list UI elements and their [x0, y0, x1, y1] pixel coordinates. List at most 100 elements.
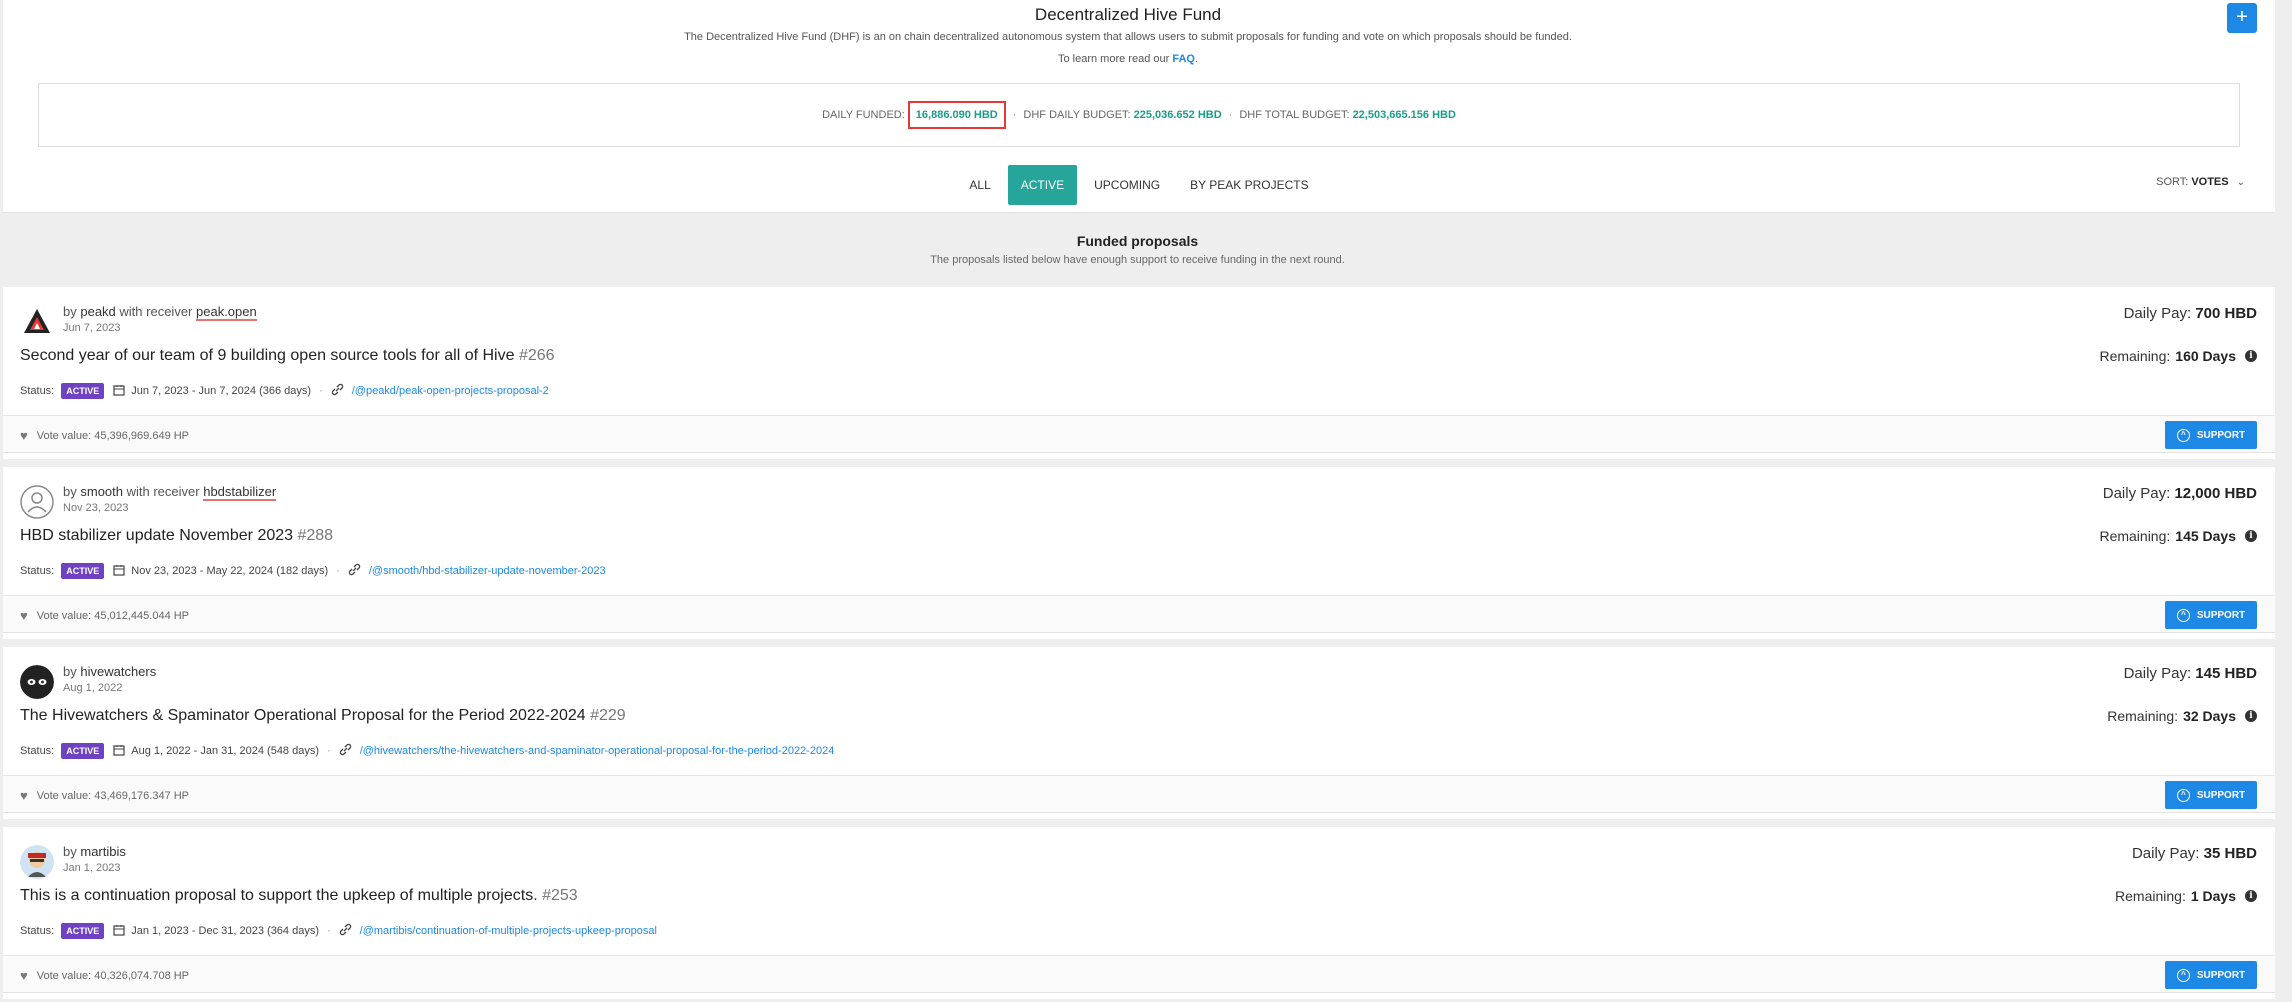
daily-pay-label: Daily Pay: [2102, 485, 2171, 502]
daily-pay-value: 12,000 HBD [2174, 485, 2257, 502]
proposal-period: Aug 1, 2022 - Jan 31, 2024 (548 days) [131, 745, 320, 757]
daily-pay: Daily Pay: 145 HBD [2124, 665, 2257, 682]
remaining-value: 32 Days [2183, 708, 2236, 724]
support-label: SUPPORT [2196, 609, 2246, 621]
faq-link[interactable]: FAQ [1172, 53, 1195, 65]
daily-funded-value: 16,886.090 HBD [907, 101, 1006, 129]
tab-active[interactable]: ACTIVE [1007, 165, 1078, 205]
create-proposal-button[interactable]: + [2227, 3, 2257, 33]
vote-value-amount: 45,012,445.044 HP [94, 609, 190, 622]
proposal-title-text[interactable]: Second year of our team of 9 building op… [20, 347, 515, 364]
sort-dropdown[interactable]: SORT: VOTES ⌄ [2156, 176, 2245, 188]
status-row: Status: ACTIVE Jun 7, 2023 - Jun 7, 2024… [20, 383, 549, 399]
author-link[interactable]: martibis [80, 844, 126, 859]
separator: · [336, 565, 340, 577]
calendar-icon [113, 384, 125, 399]
proposal-card: by peakd with receiver peak.open Jun 7, … [3, 287, 2275, 459]
proposal-number: #229 [590, 707, 626, 724]
support-button[interactable]: ^ SUPPORT [2165, 421, 2257, 449]
proposal-title-text[interactable]: This is a continuation proposal to suppo… [20, 887, 538, 904]
learn-more-line: To learn more read our FAQ. [3, 53, 2253, 65]
sort-label: SORT: [2156, 176, 2189, 188]
proposal-number: #266 [518, 347, 555, 364]
default-user-icon [20, 485, 54, 519]
tab-upcoming[interactable]: UPCOMING [1081, 165, 1173, 205]
proposal-date: Aug 1, 2022 [63, 682, 123, 694]
proposal-card: by smooth with receiver hbdstabilizer No… [3, 467, 2275, 639]
proposal-permlink[interactable]: /@smooth/hbd-stabilizer-update-november-… [369, 565, 606, 577]
proposal-permlink[interactable]: /@peakd/peak-open-projects-proposal-2 [352, 385, 549, 397]
status-badge: ACTIVE [61, 563, 105, 579]
chevron-up-circle-icon: ^ [2176, 608, 2190, 622]
proposal-title-text[interactable]: The Hivewatchers & Spaminator Operationa… [20, 707, 586, 724]
remaining: Remaining: 32 Days i [2107, 708, 2257, 724]
tab-by-peak-projects[interactable]: BY PEAK PROJECTS [1177, 165, 1321, 205]
status-label: Status: [20, 565, 55, 577]
daily-pay: Daily Pay: 700 HBD [2124, 305, 2257, 322]
card-footer: ♥ Vote value: 40,326,074.708 HP ^ SUPPORT [3, 955, 2275, 993]
avatar[interactable] [20, 665, 54, 699]
by-label: by [63, 484, 77, 499]
status-badge: ACTIVE [61, 743, 105, 759]
proposal-number: #288 [297, 527, 334, 544]
byline: by smooth with receiver hbdstabilizer [63, 484, 277, 501]
avatar[interactable] [20, 485, 54, 519]
support-label: SUPPORT [2196, 789, 2246, 801]
status-row: Status: ACTIVE Nov 23, 2023 - May 22, 20… [20, 563, 606, 579]
separator: · [327, 745, 331, 757]
author-link[interactable]: smooth [80, 484, 123, 499]
link-icon [331, 383, 344, 399]
support-button[interactable]: ^ SUPPORT [2165, 781, 2257, 809]
separator: · [1228, 109, 1233, 121]
link-icon [339, 923, 352, 939]
vote-value-amount: 40,326,074.708 HP [94, 969, 190, 982]
page-description: The Decentralized Hive Fund (DHF) is an … [684, 31, 1572, 43]
proposal-permlink[interactable]: /@martibis/continuation-of-multiple-proj… [360, 925, 657, 937]
status-badge: ACTIVE [61, 923, 105, 939]
filter-tabs: ALL ACTIVE UPCOMING BY PEAK PROJECTS [3, 165, 2275, 205]
info-icon[interactable]: i [2245, 890, 2257, 902]
remaining-label: Remaining: [2115, 888, 2186, 904]
proposal-date: Nov 23, 2023 [63, 502, 129, 514]
vote-value-label: Vote value: [36, 789, 92, 802]
avatar[interactable] [20, 305, 54, 339]
vote-value-label: Vote value: [36, 969, 92, 982]
proposal-title[interactable]: This is a continuation proposal to suppo… [20, 887, 578, 905]
proposal-period: Jun 7, 2023 - Jun 7, 2024 (366 days) [131, 385, 312, 397]
daily-pay-value: 145 HBD [2195, 665, 2257, 682]
author-link[interactable]: peakd [80, 304, 115, 319]
by-label: by [63, 304, 77, 319]
tab-all[interactable]: ALL [956, 165, 1003, 205]
avatar[interactable] [20, 845, 54, 879]
card-footer: ♥ Vote value: 45,012,445.044 HP ^ SUPPORT [3, 595, 2275, 633]
remaining-label: Remaining: [2107, 708, 2179, 724]
info-icon[interactable]: i [2245, 530, 2257, 542]
remaining-label: Remaining: [2099, 348, 2171, 364]
remaining-value: 1 Days [2190, 888, 2236, 904]
receiver-link[interactable]: hbdstabilizer [203, 484, 277, 501]
daily-pay-value: 35 HBD [2203, 845, 2257, 862]
card-footer: ♥ Vote value: 43,469,176.347 HP ^ SUPPORT [3, 775, 2275, 813]
daily-pay-value: 700 HBD [2195, 305, 2257, 322]
proposal-title[interactable]: The Hivewatchers & Spaminator Operationa… [20, 707, 626, 725]
by-label: by [63, 664, 77, 679]
heart-icon: ♥ [20, 608, 28, 623]
daily-pay-label: Daily Pay: [2131, 845, 2200, 862]
receiver-link[interactable]: peak.open [196, 304, 257, 321]
author-link[interactable]: hivewatchers [80, 664, 156, 679]
daily-pay: Daily Pay: 12,000 HBD [2103, 485, 2257, 502]
info-icon[interactable]: i [2245, 710, 2257, 722]
status-label: Status: [20, 385, 55, 397]
support-button[interactable]: ^ SUPPORT [2165, 961, 2257, 989]
heart-icon: ♥ [20, 788, 28, 803]
remaining-value: 160 Days [2175, 348, 2236, 364]
learn-more-text: To learn more read our [1057, 53, 1170, 65]
proposal-title-text[interactable]: HBD stabilizer update November 2023 [20, 527, 293, 544]
proposal-title[interactable]: HBD stabilizer update November 2023 #288 [20, 527, 333, 545]
proposal-title[interactable]: Second year of our team of 9 building op… [20, 347, 555, 365]
info-icon[interactable]: i [2245, 350, 2257, 362]
proposal-date: Jan 1, 2023 [63, 862, 121, 874]
proposal-permlink[interactable]: /@hivewatchers/the-hivewatchers-and-spam… [360, 745, 835, 757]
status-badge: ACTIVE [61, 383, 105, 399]
support-button[interactable]: ^ SUPPORT [2165, 601, 2257, 629]
